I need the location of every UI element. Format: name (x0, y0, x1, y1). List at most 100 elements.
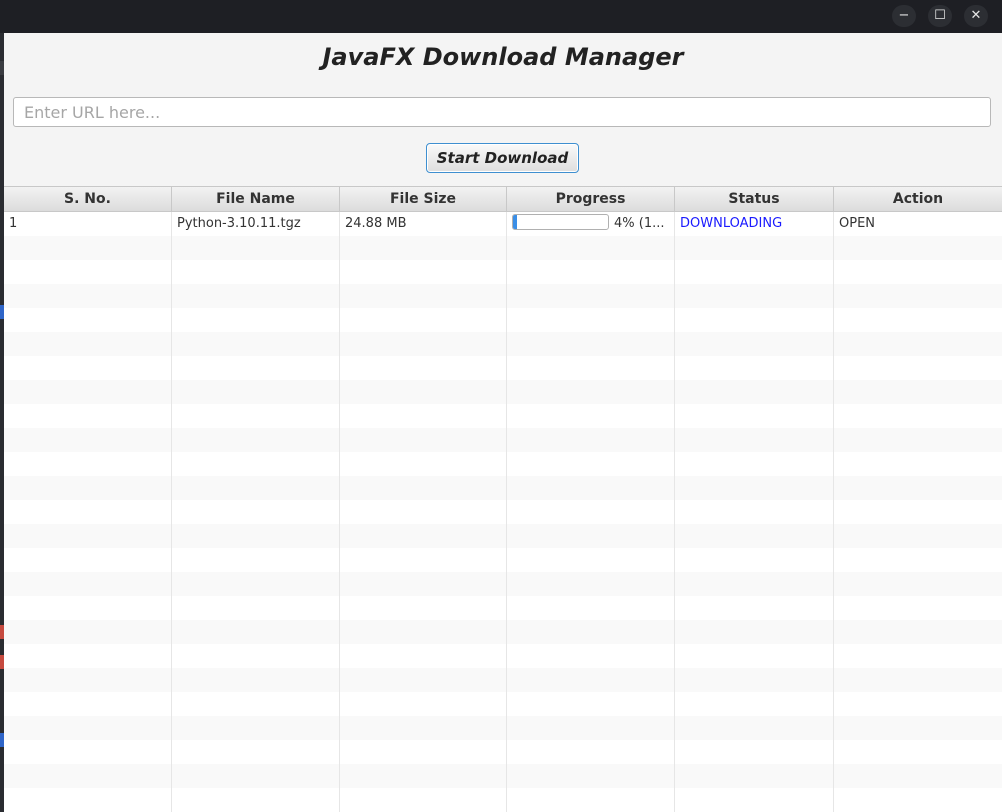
table-cell-empty (675, 332, 834, 356)
table-cell-empty (834, 452, 1002, 476)
table-cell-empty (340, 788, 507, 812)
url-input[interactable] (13, 97, 991, 127)
progress-bar-fill (513, 215, 517, 229)
table-cell-empty (4, 620, 172, 644)
table-cell-empty (340, 692, 507, 716)
table-cell-empty (834, 716, 1002, 740)
table-cell-empty (340, 308, 507, 332)
table-cell-empty (507, 284, 675, 308)
table-row[interactable]: 1 Python-3.10.11.tgz 24.88 MB 4% (1... D… (4, 212, 1002, 236)
table-cell-empty (4, 716, 172, 740)
table-cell-empty (4, 740, 172, 764)
table-cell-empty (340, 260, 507, 284)
table-cell-empty (507, 548, 675, 572)
table-cell-empty (4, 788, 172, 812)
table-cell-empty (675, 668, 834, 692)
table-cell-empty (834, 404, 1002, 428)
table-row-empty (4, 716, 1002, 740)
table-cell-empty (507, 692, 675, 716)
table-cell-empty (675, 764, 834, 788)
table-cell-empty (675, 548, 834, 572)
table-cell-empty (340, 668, 507, 692)
cell-file-size: 24.88 MB (340, 212, 507, 236)
table-cell-empty (172, 692, 340, 716)
table-cell-empty (834, 476, 1002, 500)
table-cell-empty (340, 500, 507, 524)
table-cell-empty (172, 668, 340, 692)
cell-file-name: Python-3.10.11.tgz (172, 212, 340, 236)
table-cell-empty (172, 356, 340, 380)
table-cell-empty (4, 404, 172, 428)
table-cell-empty (172, 236, 340, 260)
table-row-empty (4, 500, 1002, 524)
column-header-file-name[interactable]: File Name (172, 187, 340, 211)
table-cell-empty (507, 380, 675, 404)
minimize-icon[interactable]: − (892, 5, 916, 27)
table-cell-empty (507, 428, 675, 452)
table-row-empty (4, 668, 1002, 692)
start-download-button[interactable]: Start Download (426, 143, 579, 173)
window-titlebar: − ☐ ✕ (0, 0, 1002, 33)
table-cell-empty (172, 260, 340, 284)
column-header-progress[interactable]: Progress (507, 187, 675, 211)
table-cell-empty (834, 428, 1002, 452)
table-cell-empty (507, 452, 675, 476)
column-header-action[interactable]: Action (834, 187, 1002, 211)
table-cell-empty (172, 404, 340, 428)
table-row-empty (4, 644, 1002, 668)
column-header-sno[interactable]: S. No. (4, 187, 172, 211)
table-row-empty (4, 308, 1002, 332)
table-cell-empty (4, 548, 172, 572)
table-cell-empty (172, 428, 340, 452)
table-cell-empty (507, 260, 675, 284)
table-cell-empty (4, 644, 172, 668)
column-header-file-size[interactable]: File Size (340, 187, 507, 211)
table-cell-empty (834, 284, 1002, 308)
table-body: 1 Python-3.10.11.tgz 24.88 MB 4% (1... D… (4, 212, 1002, 812)
table-cell-empty (507, 644, 675, 668)
table-cell-empty (507, 764, 675, 788)
table-cell-empty (675, 452, 834, 476)
table-cell-empty (507, 332, 675, 356)
cell-status: DOWNLOADING (675, 212, 834, 236)
table-row-empty (4, 284, 1002, 308)
table-cell-empty (340, 716, 507, 740)
table-cell-empty (4, 764, 172, 788)
app-title: JavaFX Download Manager (322, 43, 684, 71)
table-row-empty (4, 620, 1002, 644)
table-row-empty (4, 764, 1002, 788)
progress-text: 4% (1... (614, 216, 665, 231)
table-cell-empty (4, 332, 172, 356)
table-cell-empty (834, 380, 1002, 404)
table-cell-empty (4, 356, 172, 380)
table-cell-empty (675, 404, 834, 428)
table-cell-empty (340, 380, 507, 404)
table-cell-empty (507, 308, 675, 332)
table-cell-empty (507, 788, 675, 812)
table-cell-empty (675, 476, 834, 500)
table-row-empty (4, 428, 1002, 452)
maximize-icon[interactable]: ☐ (928, 5, 952, 27)
table-cell-empty (4, 500, 172, 524)
table-cell-empty (834, 764, 1002, 788)
table-cell-empty (675, 284, 834, 308)
table-cell-empty (340, 620, 507, 644)
table-cell-empty (507, 404, 675, 428)
table-cell-empty (172, 476, 340, 500)
table-cell-empty (172, 572, 340, 596)
close-icon[interactable]: ✕ (964, 5, 988, 27)
table-cell-empty (340, 284, 507, 308)
table-row-empty (4, 572, 1002, 596)
table-cell-empty (675, 620, 834, 644)
table-cell-empty (507, 236, 675, 260)
cell-action-open[interactable]: OPEN (834, 212, 1002, 236)
table-row-empty (4, 260, 1002, 284)
table-cell-empty (675, 692, 834, 716)
table-cell-empty (340, 572, 507, 596)
table-cell-empty (834, 548, 1002, 572)
table-cell-empty (172, 332, 340, 356)
table-row-empty (4, 692, 1002, 716)
table-cell-empty (4, 260, 172, 284)
column-header-status[interactable]: Status (675, 187, 834, 211)
table-cell-empty (675, 236, 834, 260)
